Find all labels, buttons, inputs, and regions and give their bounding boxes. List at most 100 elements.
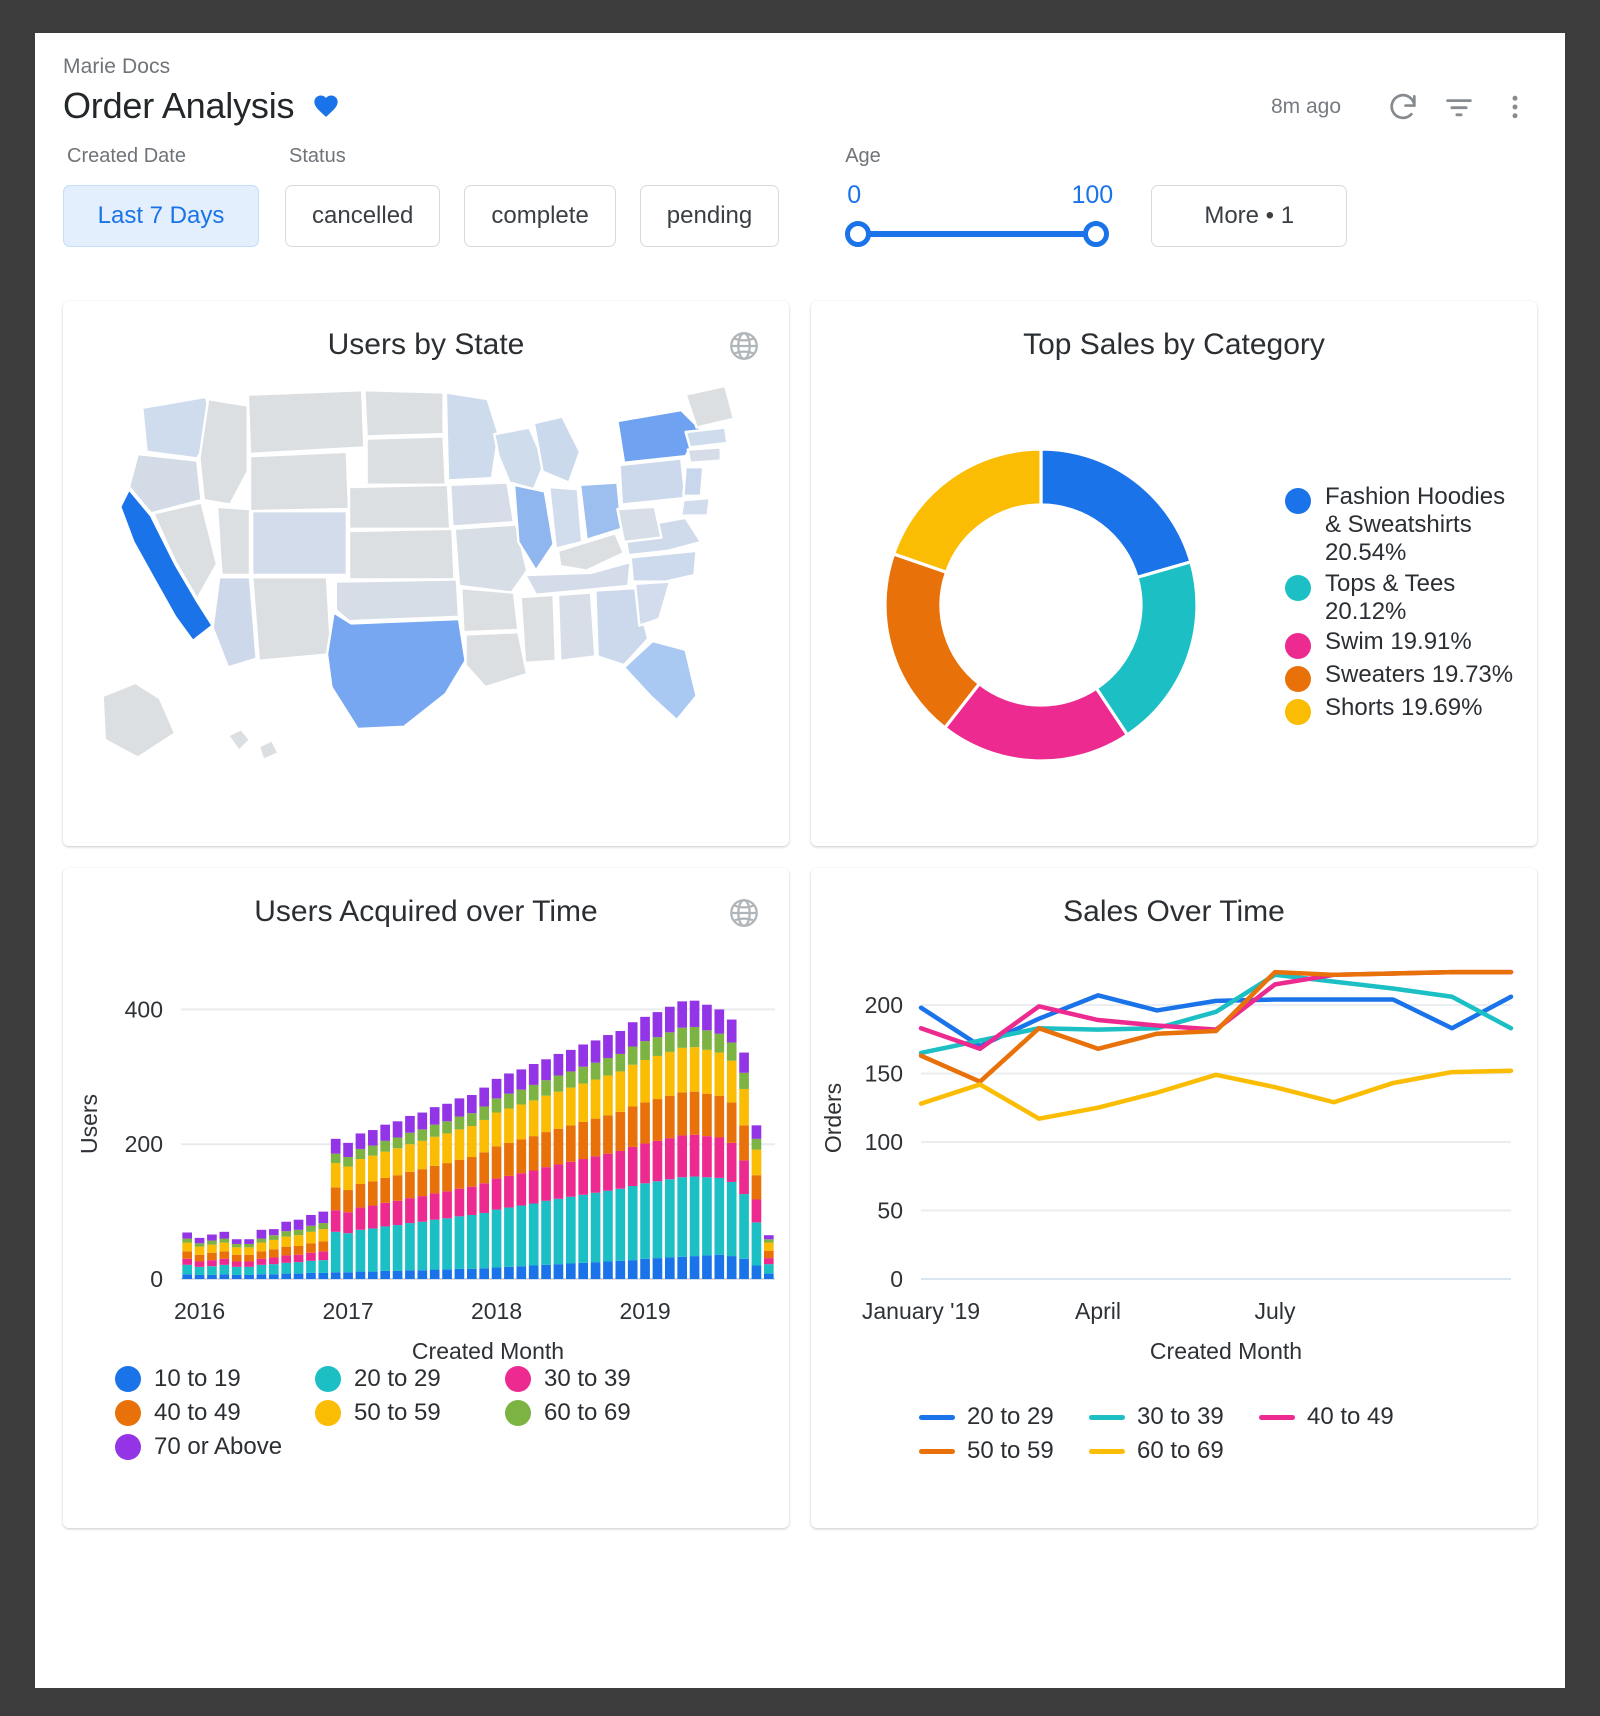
legend-swatch [1285,633,1311,660]
state-SC [633,580,672,627]
legend-item[interactable]: Tops & Tees 20.12% [1285,570,1537,627]
state-HI [226,727,252,753]
state-MN [444,391,500,482]
legend-swatch [1259,1414,1295,1420]
state-IA [448,481,516,528]
filter-icon[interactable] [1437,85,1481,129]
donut-chart[interactable] [811,405,1271,805]
legend-swatch [919,1414,955,1420]
filter-group-status: Status cancelled complete pending [285,145,780,247]
svg-text:200: 200 [125,1131,163,1157]
svg-text:April: April [1075,1298,1121,1324]
state-UT [215,505,252,577]
legend-item[interactable]: 10 to 19 [115,1365,315,1393]
legend-item[interactable]: Swim 19.91% [1285,628,1537,660]
svg-text:Orders: Orders [820,1083,846,1153]
state-AR [459,586,520,634]
filter-group-created-date: Created Date Last 7 Days [63,145,259,247]
filter-chip-pending[interactable]: pending [639,185,780,247]
legend-item[interactable]: Shorts 19.69% [1285,694,1537,726]
legend-swatch [919,1448,955,1454]
state-NE [347,483,452,531]
refresh-icon[interactable] [1381,85,1425,129]
legend-swatch [315,1400,341,1426]
last-updated-label: 8m ago [1270,95,1341,118]
legend-swatch [1285,487,1311,514]
legend-item[interactable]: 50 to 59 [315,1399,505,1427]
filter-chip-complete[interactable]: complete [464,185,616,247]
legend-swatch [1285,666,1311,693]
state-NM [250,575,333,663]
tile-grid: Users by State Top Sales by Category Fas… [35,295,1565,1528]
legend-label: Sweaters 19.73% [1325,661,1514,689]
svg-text:Created Month: Created Month [1150,1338,1302,1364]
legend-swatch [1285,699,1311,726]
legend-item[interactable]: 50 to 59 [919,1437,1089,1465]
filter-label-age: Age [845,145,881,167]
svg-text:400: 400 [125,996,163,1022]
age-range-slider[interactable]: 0 100 [841,181,1113,247]
state-MT [246,388,366,456]
legend-item[interactable]: 60 to 69 [505,1399,705,1427]
state-NC [629,549,698,583]
slider-handle-max[interactable] [1083,221,1110,247]
legend-item[interactable]: 40 to 49 [115,1399,315,1427]
legend-label: 20 to 29 [967,1403,1054,1430]
state-HI-2 [257,738,280,762]
state-OK [334,578,461,623]
state-PA [618,457,687,506]
state-SD [365,435,448,487]
state-OH [578,481,624,542]
more-filters-button[interactable]: More • 1 [1151,185,1348,247]
legend-label: 70 or Above [154,1433,283,1460]
stacked-bar-chart[interactable]: 0 200 400 2016 2017 2018 2019 Created Month User… [63,929,789,1359]
state-AZ [211,575,258,669]
legend-label: 40 to 49 [154,1399,241,1426]
legend-label: 50 to 59 [967,1437,1054,1464]
state-WY [248,450,351,513]
state-LA [464,630,529,689]
more-spacer [1151,145,1347,169]
legend-swatch [1089,1448,1125,1454]
legend-label: 60 to 69 [544,1399,631,1426]
breadcrumb[interactable]: Marie Docs [63,55,1525,79]
legend-label: 30 to 39 [544,1365,631,1392]
svg-text:2016: 2016 [174,1298,225,1324]
filter-chip-cancelled[interactable]: cancelled [285,185,441,247]
legend-item[interactable]: 20 to 29 [315,1365,505,1393]
legend-item[interactable]: Sweaters 19.73% [1285,661,1537,693]
svg-text:0: 0 [150,1266,163,1292]
donut-legend: Fashion Hoodies & Sweatshirts 20.54% Top… [1271,483,1537,728]
state-KS [347,527,456,581]
legend-label: 20 to 29 [354,1365,441,1392]
bar-chart-legend: 10 to 19 20 to 29 30 to 39 40 to 49 50 t… [63,1359,789,1461]
dashboard-header: Marie Docs Order Analysis 8m ago [35,33,1565,145]
svg-text:0: 0 [890,1266,903,1292]
legend-item[interactable]: 20 to 29 [919,1403,1089,1431]
slider-handle-min[interactable] [845,221,872,247]
heart-icon[interactable] [311,92,341,120]
svg-text:200: 200 [865,992,903,1018]
svg-text:2019: 2019 [619,1298,670,1324]
legend-item[interactable]: 30 to 39 [1089,1403,1259,1431]
globe-icon[interactable] [727,329,761,363]
svg-text:2018: 2018 [471,1298,522,1324]
legend-item[interactable]: 70 or Above [115,1433,315,1461]
tile-title-top-sales: Top Sales by Category [1023,328,1325,361]
dashboard-frame: Marie Docs Order Analysis 8m ago Created… [35,33,1565,1688]
legend-item[interactable]: Fashion Hoodies & Sweatshirts 20.54% [1285,483,1537,568]
state-WV [616,505,663,544]
kebab-menu-icon[interactable] [1493,85,1537,129]
legend-item[interactable]: 40 to 49 [1259,1403,1429,1431]
legend-swatch [1089,1414,1125,1420]
svg-text:150: 150 [865,1060,903,1086]
filter-bar: Created Date Last 7 Days Status cancelle… [35,145,1565,295]
legend-item[interactable]: 30 to 39 [505,1365,705,1393]
legend-swatch [1285,574,1311,601]
us-choropleth-map[interactable] [63,362,789,812]
line-chart[interactable]: 0 50 100 150 200 January '19 April July Created … [811,929,1537,1399]
globe-icon[interactable] [727,896,761,930]
state-MD-DE [679,496,712,517]
filter-chip-last-7-days[interactable]: Last 7 Days [63,185,259,247]
legend-item[interactable]: 60 to 69 [1089,1437,1259,1465]
